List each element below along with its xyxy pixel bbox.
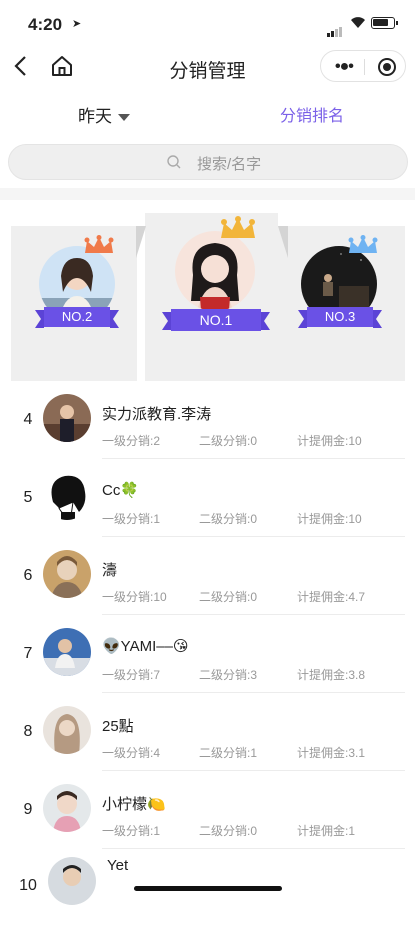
mini-program-capsule: •●• (320, 50, 406, 82)
location-arrow-icon: ➤ (72, 18, 82, 30)
level1-count: 一级分销:2 (102, 434, 161, 448)
level1-count: 一级分销:1 (102, 512, 161, 526)
avatar (43, 394, 91, 442)
signal-icon (327, 19, 343, 37)
avatar (43, 706, 91, 754)
user-name: Yet (107, 857, 129, 874)
crown-icon (347, 235, 379, 262)
status-time: 4:20 (28, 15, 63, 34)
level2-count: 二级分销:0 (199, 824, 258, 838)
search-input[interactable]: 搜索/名字 (8, 144, 408, 180)
level2-count: 二级分销:0 (199, 434, 258, 448)
user-name: 实力派教育.李涛 (102, 406, 212, 423)
rank-number: 6 (23, 567, 33, 584)
level2-count: 二级分销:1 (199, 746, 258, 760)
caret-down-icon (118, 114, 130, 122)
avatar (48, 857, 96, 905)
user-name: 👽YAMI––😘 (102, 638, 189, 655)
commission: 计提佣金:3.1 (297, 746, 366, 760)
commission: 计提佣金:10 (297, 434, 362, 448)
user-name: Cc🍀 (102, 482, 140, 499)
ranking-list: 4 实力派教育.李涛 一级分销:2 二级分销:0 计提佣金:10 5 Cc🍀 一… (0, 381, 415, 927)
rank-ribbon-2: NO.2 (35, 307, 119, 328)
rank-number: 7 (23, 645, 33, 662)
podium-shadow-left (136, 226, 146, 258)
user-name: 濤 (102, 562, 118, 579)
status-bar: 4:20 ➤ (0, 0, 415, 46)
level2-count: 二级分销:3 (199, 668, 258, 682)
list-item[interactable]: 8 25點 一级分销:4 二级分销:1 计提佣金:3.1 (0, 693, 415, 771)
avatar (43, 628, 91, 676)
list-item[interactable]: 6 濤 一级分销:10 二级分销:0 计提佣金:4.7 (0, 537, 415, 615)
rank-ribbon-1: NO.1 (162, 309, 270, 331)
commission: 计提佣金:4.7 (297, 590, 366, 604)
avatar (43, 472, 91, 520)
level1-count: 一级分销:1 (102, 824, 161, 838)
level1-count: 一级分销:7 (102, 668, 161, 682)
capsule-divider (364, 59, 365, 75)
level2-count: 二级分销:0 (199, 590, 258, 604)
crown-icon (219, 216, 257, 247)
rank-number: 9 (23, 801, 33, 818)
battery-icon (371, 17, 398, 29)
user-name: 小柠檬🍋 (102, 796, 166, 813)
level2-count: 二级分销:0 (199, 512, 258, 526)
home-indicator (134, 886, 282, 891)
period-label: 昨天 (78, 107, 112, 126)
avatar (43, 550, 91, 598)
podium-shadow-right (278, 226, 288, 258)
filter-tabs: 昨天 分销排名 (0, 96, 415, 128)
commission: 计提佣金:10 (297, 512, 362, 526)
rank-number: 10 (19, 877, 37, 894)
crown-icon (83, 235, 115, 262)
commission: 计提佣金:3.8 (297, 668, 366, 682)
rank-ribbon-3: NO.3 (298, 307, 382, 328)
more-icon[interactable]: •●• (335, 58, 354, 76)
level1-count: 一级分销:10 (102, 590, 167, 604)
nav-bar: 分销管理 •●• (0, 46, 415, 88)
list-item[interactable]: 7 👽YAMI––😘 一级分销:7 二级分销:3 计提佣金:3.8 (0, 615, 415, 693)
rank-number: 8 (23, 723, 33, 740)
list-item[interactable]: 4 实力派教育.李涛 一级分销:2 二级分销:0 计提佣金:10 (0, 381, 415, 459)
list-item[interactable]: 5 Cc🍀 一级分销:1 二级分销:0 计提佣金:10 (0, 459, 415, 537)
commission: 计提佣金:1 (297, 824, 356, 838)
avatar (43, 784, 91, 832)
section-divider (0, 188, 415, 200)
top3-podium: NO.2 NO.1 NO.3 (10, 213, 405, 381)
search-icon (166, 154, 182, 170)
rank-number: 4 (23, 411, 33, 428)
list-item[interactable]: 9 小柠檬🍋 一级分销:1 二级分销:0 计提佣金:1 (0, 771, 415, 849)
search-placeholder: 搜索/名字 (197, 156, 262, 173)
rank-number: 5 (23, 489, 33, 506)
user-name: 25點 (102, 718, 134, 735)
wifi-icon (350, 16, 366, 32)
tab-ranking[interactable]: 分销排名 (280, 102, 344, 126)
close-circle-icon[interactable] (378, 58, 396, 76)
level1-count: 一级分销:4 (102, 746, 161, 760)
period-dropdown[interactable]: 昨天 (78, 102, 130, 127)
